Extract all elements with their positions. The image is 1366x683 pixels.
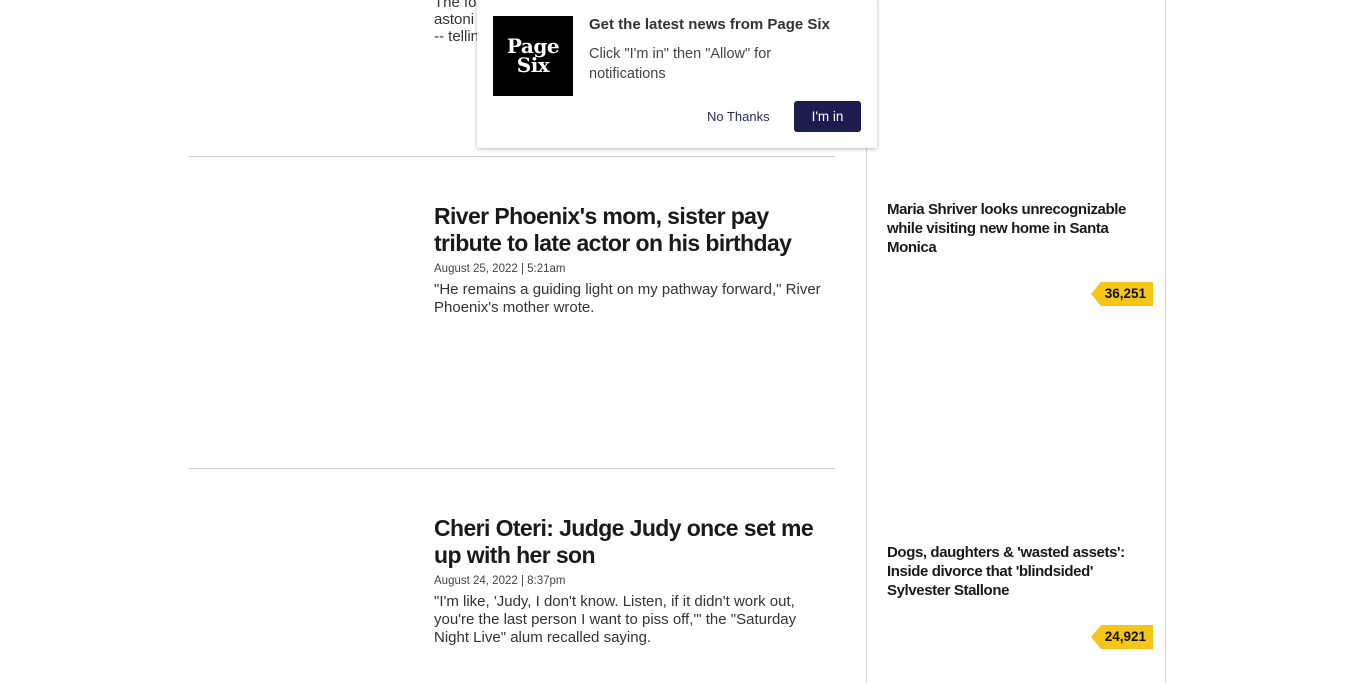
badge-arrow-icon <box>1090 625 1101 649</box>
share-count-value: 24,921 <box>1100 625 1153 649</box>
sidebar-story-title[interactable]: Maria Shriver looks unrecognizable while… <box>887 200 1137 257</box>
badge-arrow-icon <box>1090 282 1101 306</box>
trending-sidebar: Maria Shriver looks unrecognizable while… <box>866 0 1166 683</box>
article-date: August 24, 2022 | 8:37pm <box>434 575 566 587</box>
article-item[interactable]: River Phoenix's mom, sister pay tribute … <box>434 203 829 317</box>
article-excerpt: "I'm like, 'Judy, I don't know. Listen, … <box>434 593 797 646</box>
no-thanks-button[interactable]: No Thanks <box>707 102 770 132</box>
sidebar-story-title[interactable]: Dogs, daughters & 'wasted assets': Insid… <box>887 543 1137 600</box>
share-count: 24,921 <box>1090 625 1153 649</box>
article-title[interactable]: River Phoenix's mom, sister pay tribute … <box>434 203 829 257</box>
notification-prompt: Page Six Get the latest news from Page S… <box>477 0 877 148</box>
article-title[interactable]: Cheri Oteri: Judge Judy once set me up w… <box>434 515 829 569</box>
prompt-title: Get the latest news from Page Six <box>589 16 830 33</box>
article-excerpt: "He remains a guiding light on my pathwa… <box>434 281 821 316</box>
prompt-body: Click "I'm in" then "Allow" for notifica… <box>589 46 772 82</box>
share-count-value: 36,251 <box>1100 282 1153 306</box>
page-six-logo: Page Six <box>493 16 573 96</box>
im-in-button[interactable]: I'm in <box>794 101 861 132</box>
article-divider <box>188 156 835 157</box>
share-count: 36,251 <box>1090 282 1153 306</box>
article-date: August 25, 2022 | 5:21am <box>434 263 566 275</box>
article-item[interactable]: Cheri Oteri: Judge Judy once set me up w… <box>434 515 829 647</box>
article-divider <box>188 468 835 469</box>
